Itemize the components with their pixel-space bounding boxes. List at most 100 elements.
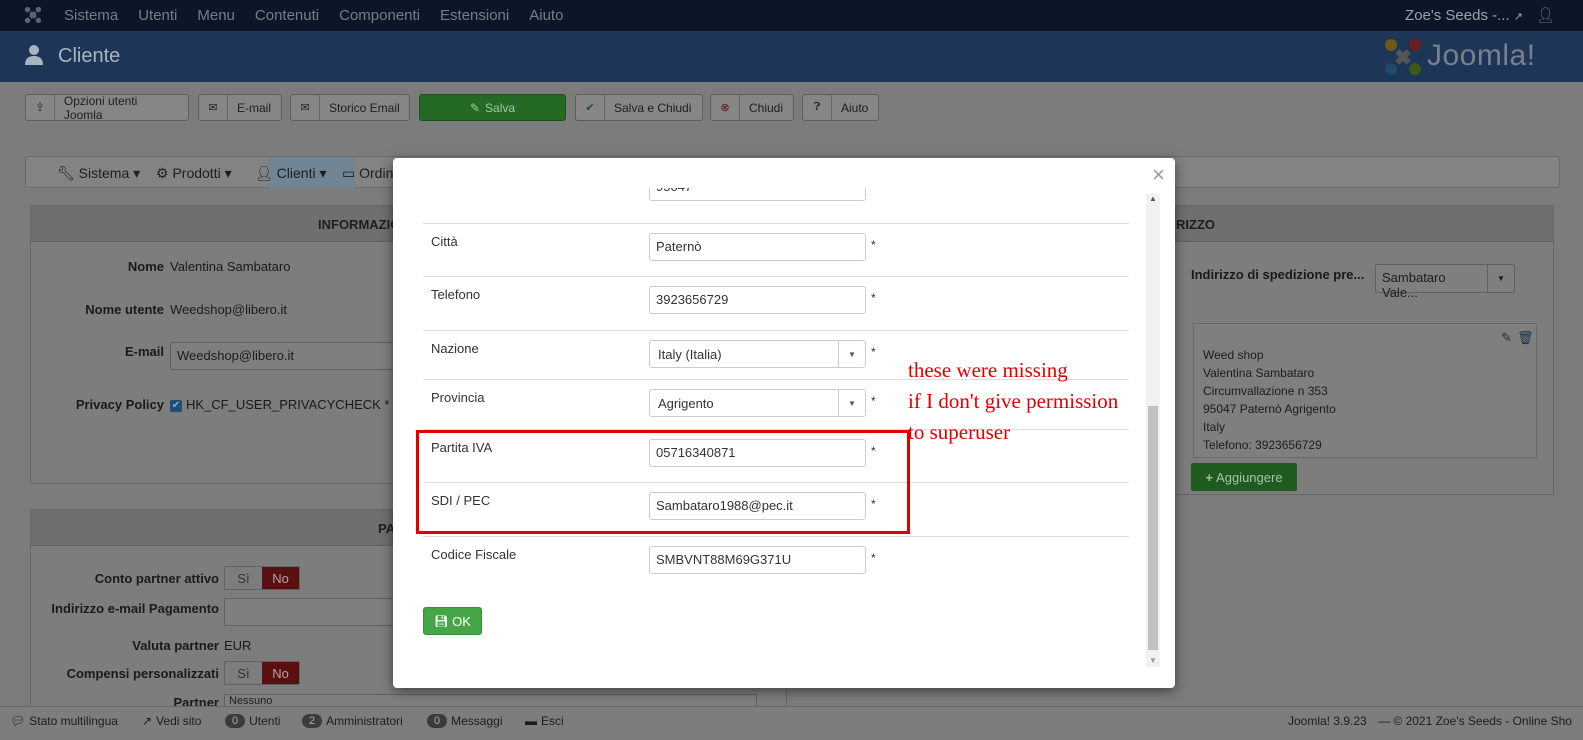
tax-code-field[interactable]: SMBVNT88M69G371U bbox=[649, 546, 866, 574]
payment-email-field[interactable] bbox=[224, 598, 396, 626]
user-icon bbox=[25, 45, 43, 65]
status-footer: 💬︎ Stato multilingua ↗ Vedi sito 0 Utenti 2… bbox=[0, 706, 1583, 740]
plus-icon: + bbox=[1205, 469, 1214, 485]
minus-icon: ▬ bbox=[525, 714, 537, 728]
city-label: Città bbox=[431, 234, 458, 249]
top-menu-sistema[interactable]: Sistema bbox=[64, 7, 118, 24]
address-line: Circumvallazione n 353 bbox=[1203, 384, 1328, 398]
nav-prodotti[interactable]: ⚙ Prodotti ▾ bbox=[156, 165, 232, 182]
check-icon: ✔ bbox=[576, 95, 605, 120]
external-link-icon: ↗ bbox=[142, 714, 153, 728]
top-menu-aiuto[interactable]: Aiuto bbox=[529, 7, 563, 24]
tax-code-label: Codice Fiscale bbox=[431, 547, 517, 562]
top-menu-contenuti[interactable]: Contenuti bbox=[255, 7, 319, 24]
edit-icon: ✎ bbox=[469, 100, 481, 115]
page-title: Cliente bbox=[58, 45, 121, 67]
currency-value: EUR bbox=[224, 638, 252, 653]
form-row-tax-code: Codice Fiscale SMBVNT88M69G371U * bbox=[423, 536, 1129, 590]
required-mark: * bbox=[871, 345, 876, 359]
privacy-checkbox[interactable]: ✔ bbox=[170, 400, 182, 412]
country-select[interactable]: Italy (Italia) ▼ bbox=[649, 340, 866, 368]
scroll-up-icon[interactable]: ▲ bbox=[1149, 194, 1157, 203]
address-line: Valentina Sambataro bbox=[1203, 366, 1315, 380]
no-option[interactable]: No bbox=[262, 662, 299, 684]
title-bar: Cliente Joomla! bbox=[0, 31, 1583, 82]
top-menu-menu[interactable]: Menu bbox=[197, 7, 235, 24]
shipping-address-label: Indirizzo di spedizione pre... bbox=[1191, 267, 1365, 282]
multilang-status[interactable]: 💬︎ Stato multilingua bbox=[10, 714, 118, 728]
email-field[interactable]: Weedshop@libero.it bbox=[170, 342, 396, 370]
trash-icon[interactable]: 🗑︎ bbox=[1517, 330, 1534, 346]
cancel-icon: ⊗ bbox=[711, 95, 740, 120]
users-status[interactable]: 0 Utenti bbox=[225, 714, 280, 728]
custom-commission-toggle[interactable]: Sì No bbox=[224, 661, 300, 685]
close-icon[interactable]: × bbox=[1152, 164, 1165, 186]
no-option[interactable]: No bbox=[262, 567, 299, 589]
top-menu-utenti[interactable]: Utenti bbox=[138, 7, 177, 24]
wrench-icon: 🔧︎ bbox=[57, 165, 75, 181]
email-history-button[interactable]: ✉ Storico Email bbox=[290, 94, 410, 121]
joomla-wordmark: Joomla! bbox=[1427, 39, 1536, 72]
help-button[interactable]: ❓︎ Aiuto bbox=[802, 94, 879, 121]
footer-version: Joomla! 3.9.23 — © 2021 Zoe's Seeds - On… bbox=[1288, 714, 1572, 728]
address-line: 95047 Paternò Agrigento bbox=[1203, 402, 1336, 416]
payment-email-label: Indirizzo e-mail Pagamento bbox=[51, 601, 219, 616]
province-label: Provincia bbox=[431, 390, 485, 405]
annotation-note: these were missing if I don't give permi… bbox=[908, 355, 1158, 448]
nav-ordini[interactable]: ▭ Ordini bbox=[342, 165, 396, 182]
top-menu: Sistema Utenti Menu Contenuti Componenti… bbox=[64, 7, 563, 24]
messages-status[interactable]: 0 Messaggi bbox=[427, 714, 502, 728]
add-address-button[interactable]: + Aggiungere bbox=[1191, 463, 1297, 491]
view-site-link[interactable]: ↗ Vedi sito bbox=[142, 714, 201, 728]
nav-sistema[interactable]: 🔧︎ Sistema ▾ bbox=[57, 165, 140, 182]
chevron-down-icon: ▼ bbox=[838, 390, 865, 416]
envelope-icon: ✉ bbox=[199, 95, 228, 120]
users-count-badge: 0 bbox=[225, 714, 246, 728]
scroll-down-icon[interactable]: ▼ bbox=[1149, 656, 1157, 665]
save-close-button[interactable]: ✔ Salva e Chiudi bbox=[575, 94, 703, 121]
yes-option[interactable]: Sì bbox=[225, 662, 262, 684]
address-line: Italy bbox=[1203, 420, 1226, 434]
user-icon: 👤︎ bbox=[255, 165, 273, 181]
copyright-text: — © 2021 Zoe's Seeds - Online Sho bbox=[1378, 714, 1572, 728]
nav-clienti[interactable]: 👤︎ Clienti ▾ bbox=[255, 165, 327, 182]
top-menu-componenti[interactable]: Componenti bbox=[339, 7, 420, 24]
email-button[interactable]: ✉ E-mail bbox=[198, 94, 282, 121]
joomla-logo: Joomla! bbox=[1383, 37, 1563, 77]
partner-active-toggle[interactable]: Sì No bbox=[224, 566, 300, 590]
postcode-field[interactable]: 95047 bbox=[649, 188, 866, 201]
annotation-line: if I don't give permission bbox=[908, 389, 1119, 413]
privacy-label: Privacy Policy bbox=[75, 397, 164, 412]
name-value: Valentina Sambataro bbox=[170, 259, 291, 274]
form-row-postcode: 95047 bbox=[423, 188, 1129, 218]
close-button[interactable]: ⊗ Chiudi bbox=[710, 94, 794, 121]
edit-icon[interactable]: ✎ bbox=[1501, 330, 1512, 346]
admins-status[interactable]: 2 Amministratori bbox=[302, 714, 403, 728]
province-select[interactable]: Agrigento ▼ bbox=[649, 389, 866, 417]
save-button[interactable]: ✎ Salva bbox=[419, 94, 566, 121]
city-field[interactable]: Paternò bbox=[649, 233, 866, 261]
name-label: Nome bbox=[127, 259, 164, 274]
site-link[interactable]: Zoe's Seeds -... ↗ bbox=[1405, 7, 1523, 24]
required-mark: * bbox=[871, 394, 876, 408]
top-menu-estensioni[interactable]: Estensioni bbox=[440, 7, 509, 24]
shipping-address-select[interactable]: Sambataro Vale... ▼ bbox=[1375, 264, 1515, 300]
yes-option[interactable]: Sì bbox=[225, 567, 262, 589]
annotation-line: to superuser bbox=[908, 420, 1011, 444]
required-mark: * bbox=[871, 551, 876, 565]
address-heading: RIZZO bbox=[1161, 206, 1553, 242]
version-link[interactable]: Joomla! 3.9.23 bbox=[1288, 714, 1367, 728]
options-button[interactable]: ⇪ Opzioni utenti Joomla bbox=[25, 94, 189, 122]
logout-link[interactable]: ▬ Esci bbox=[525, 714, 564, 728]
joomla-icon bbox=[1385, 39, 1421, 75]
username-value: Weedshop@libero.it bbox=[170, 302, 288, 317]
user-icon[interactable]: 👤︎ bbox=[1536, 6, 1555, 24]
phone-field[interactable]: 3923656729 bbox=[649, 286, 866, 314]
username-label: Nome utente bbox=[85, 302, 164, 317]
envelope-icon: ✉ bbox=[291, 95, 320, 120]
annotation-line: these were missing bbox=[908, 358, 1068, 382]
admins-count-badge: 2 bbox=[302, 714, 323, 728]
ok-button[interactable]: 💾︎ OK bbox=[423, 607, 482, 635]
joomla-icon[interactable] bbox=[24, 6, 42, 24]
currency-label: Valuta partner bbox=[132, 638, 219, 653]
